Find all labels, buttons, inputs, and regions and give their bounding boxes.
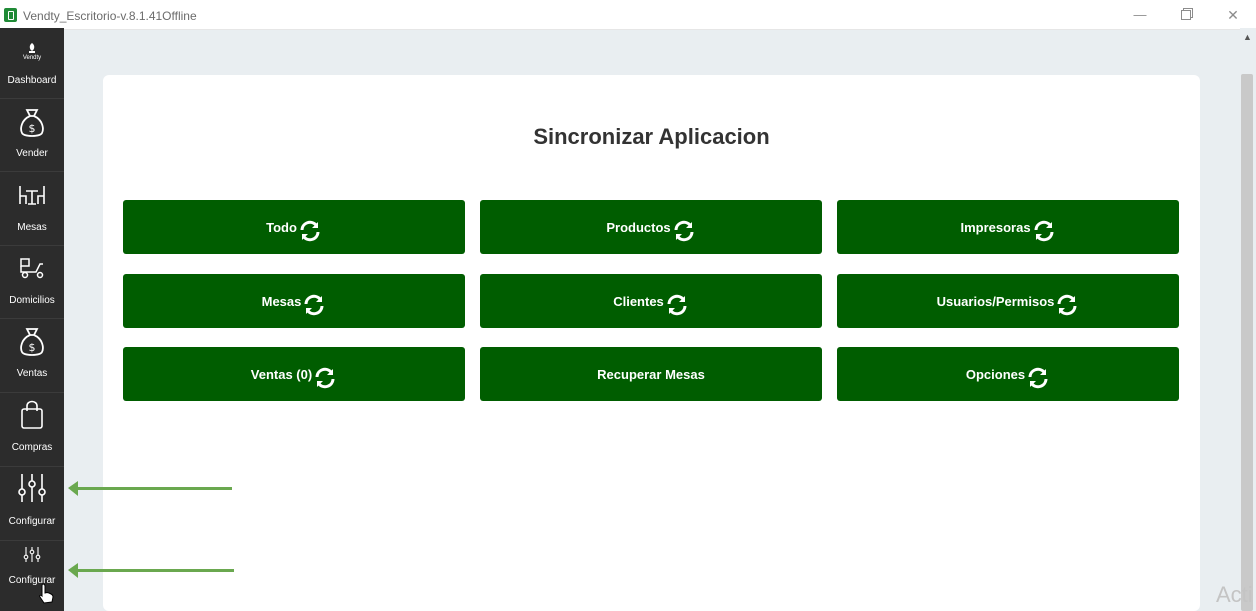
sidebar-logo-text: Vendty [22,55,42,61]
sync-icon [1034,220,1054,241]
annotation-arrow [68,563,234,578]
button-label: Impresoras [960,219,1031,235]
sidebar-item-ventas[interactable]: $ Ventas [0,319,64,392]
svg-text:$: $ [29,122,36,135]
svg-text:$: $ [29,341,36,354]
sidebar-item-domicilios[interactable]: Domicilios [0,246,64,318]
button-label: Recuperar Mesas [597,366,705,382]
sidebar-item-label: Dashboard [7,75,57,86]
button-label: Todo [266,219,297,235]
sync-icon [674,220,694,241]
sidebar-item-label: Configurar [8,575,56,586]
button-label: Clientes [613,293,664,309]
sync-icon [300,220,320,241]
dashboard-logo-icon [29,43,35,53]
sidebar-item-label: Compras [11,442,53,453]
sync-icon [315,367,335,388]
sync-icon [304,294,324,315]
sidebar-item-configurar-secondary[interactable]: Configurar [0,541,64,611]
sync-products-button[interactable]: Productos [480,200,822,254]
recover-tables-button[interactable]: Recuperar Mesas [480,347,822,401]
window-title: Vendty_Escritorio-v.8.1.41Offline [23,9,197,23]
scroll-up-icon[interactable]: ▲ [1243,32,1252,42]
sidebar-item-label: Domicilios [9,295,55,306]
sync-printers-button[interactable]: Impresoras [837,200,1179,254]
sync-tables-button[interactable]: Mesas [123,274,465,328]
button-label: Opciones [965,366,1026,382]
page-title: Sincronizar Aplicacion [533,124,770,149]
button-label: Usuarios/Permisos [936,293,1055,309]
sidebar-item-label: Vender [16,148,48,159]
restore-button[interactable] [1175,5,1197,25]
sidebar-item-configurar[interactable]: Configurar [0,467,64,540]
sync-clients-button[interactable]: Clientes [480,274,822,328]
delivery-scooter-icon [20,258,44,279]
sync-icon [1028,367,1048,388]
button-label: Mesas [261,293,302,309]
annotation-arrow [68,481,232,496]
restore-icon [1181,10,1191,20]
title-bar: Vendty_Escritorio-v.8.1.41Offline — ✕ [0,0,1256,30]
sidebar-item-compras[interactable]: Compras [0,393,64,466]
sidebar-item-label: Ventas [16,368,48,379]
sidebar: Vendty Dashboard $ Vender Mesas Domicili… [0,28,64,611]
sliders-icon [23,547,41,562]
money-bag-icon: $ [20,109,44,137]
tables-icon [19,186,45,205]
sidebar-item-mesas[interactable]: Mesas [0,172,64,245]
app-logo-icon [4,8,17,22]
sync-card [103,75,1200,611]
minimize-button[interactable]: — [1129,5,1151,25]
money-bag-icon: $ [20,328,44,356]
sidebar-item-dashboard[interactable]: Vendty Dashboard [0,36,64,98]
hand-cursor-icon [39,583,54,604]
sliders-icon [18,474,46,502]
sync-icon [1057,294,1077,315]
sync-options-button[interactable]: Opciones [837,347,1179,401]
scrollbar-thumb[interactable] [1241,74,1253,611]
sync-sales-button[interactable]: Ventas (0) [123,347,465,401]
button-label: Productos [606,219,671,235]
close-button[interactable]: ✕ [1222,5,1244,25]
button-label: Ventas (0) [250,366,313,382]
shopping-bag-icon [21,400,43,429]
activation-watermark: Acti [1216,582,1253,607]
sidebar-item-vender[interactable]: $ Vender [0,99,64,171]
sync-users-permissions-button[interactable]: Usuarios/Permisos [837,274,1179,328]
sync-icon [667,294,687,315]
sidebar-item-label: Configurar [8,516,56,527]
sidebar-item-label: Mesas [17,222,47,233]
sync-all-button[interactable]: Todo [123,200,465,254]
